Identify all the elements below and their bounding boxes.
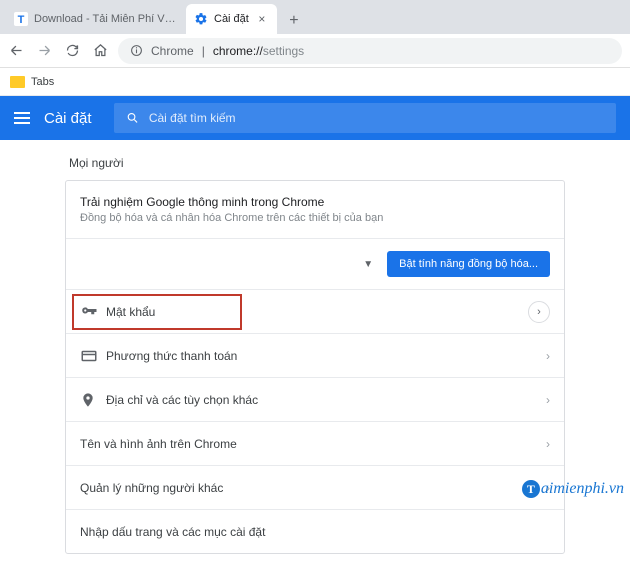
bookmarks-bar: Tabs [0,68,630,96]
chevron-down-icon[interactable]: ▼ [363,259,373,270]
watermark-badge: T [522,480,540,498]
browser-chrome: T Download - Tải Miễn Phí VN - Pl Cài đặ… [0,0,630,96]
folder-icon [10,76,25,88]
favicon-t: T [14,12,28,26]
arrow-right-icon: › [528,301,550,323]
card-icon [80,347,106,365]
back-button[interactable] [8,43,24,59]
omnibox-divider: | [202,44,205,58]
row-addresses[interactable]: Địa chỉ và các tùy chọn khác › [66,377,564,421]
tab-settings[interactable]: Cài đặt × [186,4,277,34]
settings-header: Cài đặt [0,96,630,140]
pin-icon [80,392,106,408]
close-icon[interactable]: × [255,12,269,26]
tab-label: Download - Tải Miễn Phí VN - Pl [34,13,178,25]
tab-download[interactable]: T Download - Tải Miễn Phí VN - Pl [6,4,186,34]
people-section: Mọi người Trải nghiệm Google thông minh … [65,156,565,554]
row-import[interactable]: Nhập dấu trang và các mục cài đặt [66,509,564,553]
watermark-brand: aimienphi [541,480,605,497]
sync-cta-row: ▼ Bật tính năng đồng bộ hóa... [66,238,564,289]
enable-sync-button[interactable]: Bật tính năng đồng bộ hóa... [387,251,550,277]
row-label: Mật khẩu [106,305,528,319]
site-info-icon[interactable] [130,44,143,57]
home-button[interactable] [92,43,108,59]
intro-desc: Đồng bộ hóa và cá nhân hóa Chrome trên c… [80,212,383,224]
row-name-image[interactable]: Tên và hình ảnh trên Chrome › [66,421,564,465]
bookmark-tabs[interactable]: Tabs [10,76,54,88]
row-passwords[interactable]: Mật khẩu › [66,289,564,333]
row-label: Phương thức thanh toán [106,349,538,363]
chevron-right-icon: › [546,437,550,451]
reload-button[interactable] [64,43,80,59]
row-payment[interactable]: Phương thức thanh toán › [66,333,564,377]
forward-button[interactable] [36,43,52,59]
watermark-suffix: .vn [605,480,624,497]
bookmark-label: Tabs [31,76,54,88]
intro-headline: Trải nghiệm Google thông minh trong Chro… [80,195,324,209]
search-icon [126,111,139,125]
sync-intro-row: Trải nghiệm Google thông minh trong Chro… [66,181,564,238]
chevron-right-icon: › [546,349,550,363]
address-bar[interactable]: Chrome | chrome://settings [118,38,622,64]
chevron-right-icon: › [546,393,550,407]
tabstrip: T Download - Tải Miễn Phí VN - Pl Cài đặ… [0,0,630,34]
search-input[interactable] [149,111,604,125]
page-title: Cài đặt [44,110,92,127]
tab-label: Cài đặt [214,13,249,25]
settings-content: Mọi người Trải nghiệm Google thông minh … [0,140,630,578]
row-label: Địa chỉ và các tùy chọn khác [106,393,538,407]
key-icon [80,303,106,321]
people-card: Trải nghiệm Google thông minh trong Chro… [65,180,565,554]
gear-icon [194,12,208,26]
row-label: Tên và hình ảnh trên Chrome [80,437,538,451]
watermark: Taimienphi.vn [522,480,624,499]
omnibox-host: chrome:// [213,44,263,58]
row-manage-people[interactable]: Quản lý những người khác › [66,465,564,509]
omnibox-secure-label: Chrome [151,44,194,58]
row-label: Quản lý những người khác [80,481,538,495]
section-title: Mọi người [69,156,565,170]
omnibox-path: settings [263,44,304,58]
menu-icon[interactable] [14,112,30,124]
row-label: Nhập dấu trang và các mục cài đặt [80,525,550,539]
toolbar: Chrome | chrome://settings [0,34,630,68]
settings-search[interactable] [114,103,616,133]
svg-text:T: T [18,14,25,26]
new-tab-button[interactable]: + [281,8,307,34]
